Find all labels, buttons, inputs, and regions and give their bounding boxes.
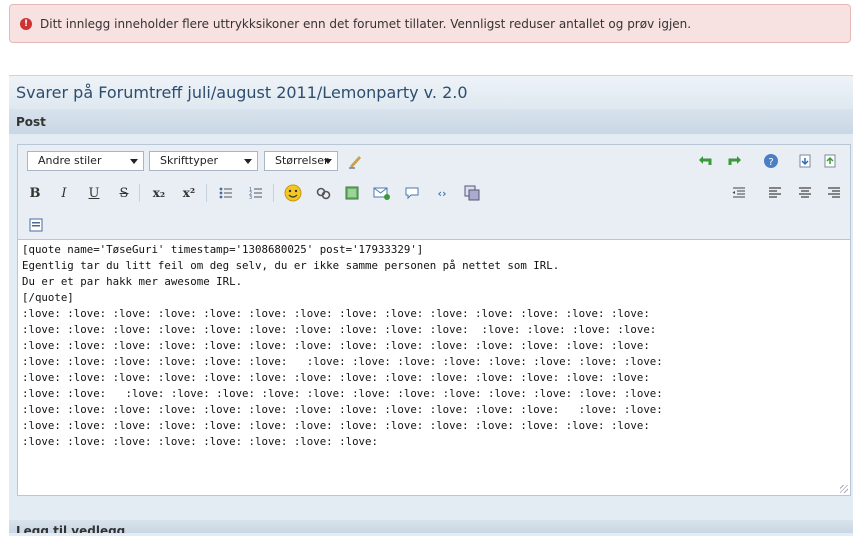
email-icon[interactable] [372,183,392,203]
switch-mode-icon[interactable] [26,215,46,235]
toolbar-row-1: Andre stiler Skrifttyper Størrelser ? [18,145,850,175]
link-icon[interactable] [313,183,333,203]
download-icon[interactable] [795,151,815,171]
superscript-button[interactable]: x² [179,183,199,203]
attachments-header[interactable]: Legg til vedlegg [9,520,853,533]
align-right-icon[interactable] [824,183,844,203]
strikethrough-button[interactable]: S [114,183,134,203]
code-icon[interactable]: ‹› [432,183,452,203]
help-icon[interactable]: ? [761,151,781,171]
error-message-box: ! Ditt innlegg inneholder flere uttrykks… [9,4,851,43]
undo-icon[interactable] [695,151,715,171]
style-select-label: Andre stiler [38,154,102,167]
numbered-list-icon[interactable]: 123 [246,183,266,203]
align-center-icon[interactable] [795,183,815,203]
toolbar-divider [206,184,207,202]
post-editor: Andre stiler Skrifttyper Størrelser ? B … [17,144,851,496]
outdent-icon[interactable] [729,183,749,203]
underline-button[interactable]: U [84,183,104,203]
toolbar-row-3 [18,211,850,239]
media-icon[interactable] [462,183,482,203]
svg-text:?: ? [768,157,773,168]
post-subheader: Post [9,109,853,134]
upload-icon[interactable] [820,151,840,171]
smiley-icon[interactable] [283,183,303,203]
toolbar-divider [139,184,140,202]
size-select[interactable]: Størrelser [264,151,338,171]
toolbar-row-2: B I U S x₂ x² 123 ‹› [18,178,850,208]
error-icon: ! [20,17,32,30]
italic-button[interactable]: I [54,183,74,203]
svg-text:3: 3 [249,195,252,201]
image-icon[interactable] [342,183,362,203]
style-select[interactable]: Andre stiler [27,151,144,171]
error-message-text: Ditt innlegg inneholder flere uttrykksik… [40,16,692,31]
chevron-down-icon [324,159,332,164]
font-select[interactable]: Skrifttyper [149,151,258,171]
size-select-label: Størrelser [275,154,329,167]
reply-panel: Svarer på Forumtreff juli/august 2011/Le… [9,75,853,536]
font-select-label: Skrifttyper [160,154,219,167]
bold-button[interactable]: B [25,183,45,203]
toolbar-divider [273,184,274,202]
bullet-list-icon[interactable] [216,183,236,203]
subscript-button[interactable]: x₂ [149,183,169,203]
page-title: Svarer på Forumtreff juli/august 2011/Le… [9,76,853,109]
align-left-icon[interactable] [765,183,785,203]
chevron-down-icon [130,159,138,164]
remove-format-icon[interactable] [345,151,365,171]
chevron-down-icon [244,159,252,164]
post-textarea[interactable]: [quote name='TøseGuri' timestamp='130868… [18,239,850,495]
redo-icon[interactable] [725,151,745,171]
resize-handle[interactable] [840,485,848,493]
quote-icon[interactable] [402,183,422,203]
